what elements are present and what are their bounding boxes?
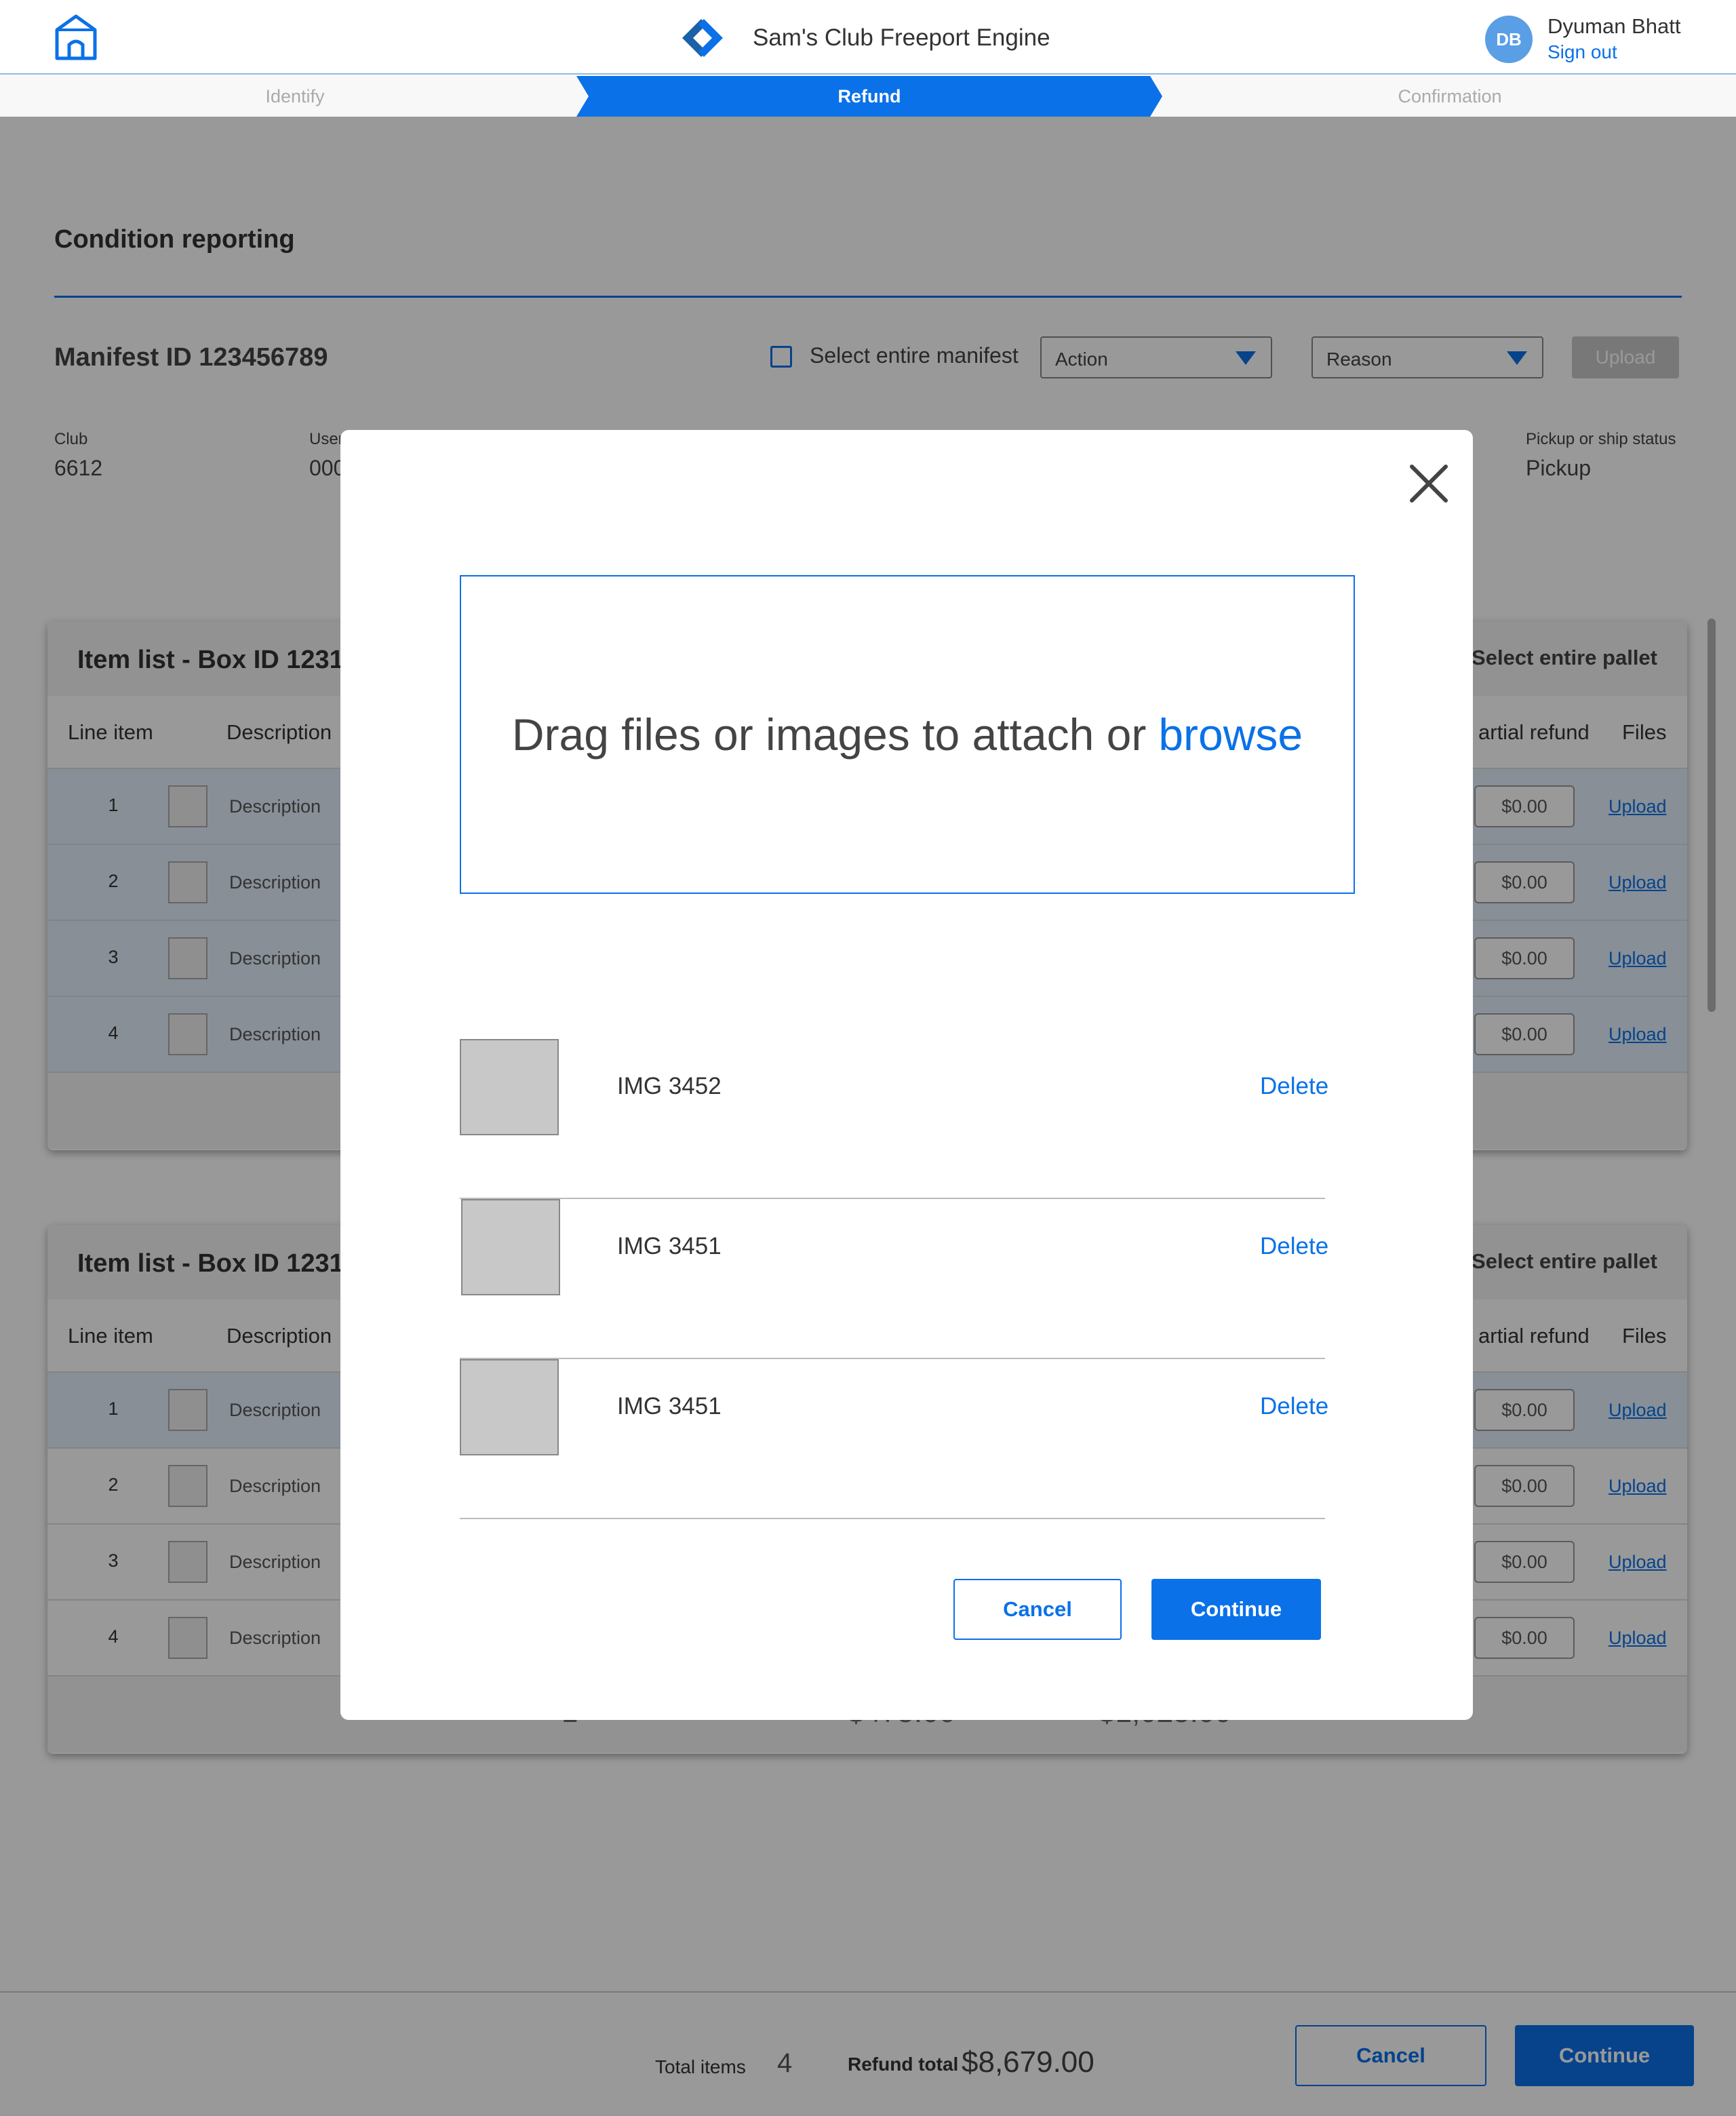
file-name: IMG 3452 (617, 1073, 722, 1099)
upload-modal: Drag files or images to attach or browse… (340, 430, 1473, 1720)
attached-file: IMG 3451 Delete (460, 1359, 1328, 1519)
file-name: IMG 3451 (617, 1393, 722, 1419)
file-thumbnail (460, 1359, 559, 1455)
user-name: Dyuman Bhatt (1547, 14, 1681, 38)
close-icon[interactable] (1408, 463, 1450, 505)
progress-stepper: Identify Refund Confirmation (0, 76, 1736, 117)
sign-out-link[interactable]: Sign out (1547, 39, 1680, 65)
modal-cancel-button[interactable]: Cancel (953, 1579, 1122, 1640)
attached-file: IMG 3451 Delete (460, 1199, 1328, 1359)
user-menu: DB Dyuman Bhatt Sign out (1485, 14, 1680, 65)
delete-file-button[interactable]: Delete (1260, 1233, 1328, 1260)
step-confirmation[interactable]: Confirmation (1164, 76, 1736, 117)
step-identify[interactable]: Identify (0, 76, 590, 117)
avatar[interactable]: DB (1485, 16, 1533, 63)
file-thumbnail (461, 1199, 560, 1295)
delete-file-button[interactable]: Delete (1260, 1393, 1328, 1420)
delete-file-button[interactable]: Delete (1260, 1073, 1328, 1100)
diamond-logo-icon (682, 19, 723, 57)
browse-link[interactable]: browse (1158, 709, 1303, 760)
home-icon[interactable] (54, 14, 98, 61)
app-header: Sam's Club Freeport Engine DB Dyuman Bha… (0, 0, 1736, 75)
app-title: Sam's Club Freeport Engine (753, 24, 1050, 51)
step-refund[interactable]: Refund (585, 76, 1154, 117)
file-dropzone[interactable]: Drag files or images to attach or browse (460, 575, 1355, 894)
brand: Sam's Club Freeport Engine (678, 16, 1050, 60)
dropzone-text: Drag files or images to attach or (511, 709, 1147, 760)
modal-continue-button[interactable]: Continue (1151, 1579, 1321, 1640)
file-name: IMG 3451 (617, 1233, 722, 1259)
attached-file: IMG 3452 Delete (460, 1039, 1328, 1199)
file-thumbnail (460, 1039, 559, 1135)
